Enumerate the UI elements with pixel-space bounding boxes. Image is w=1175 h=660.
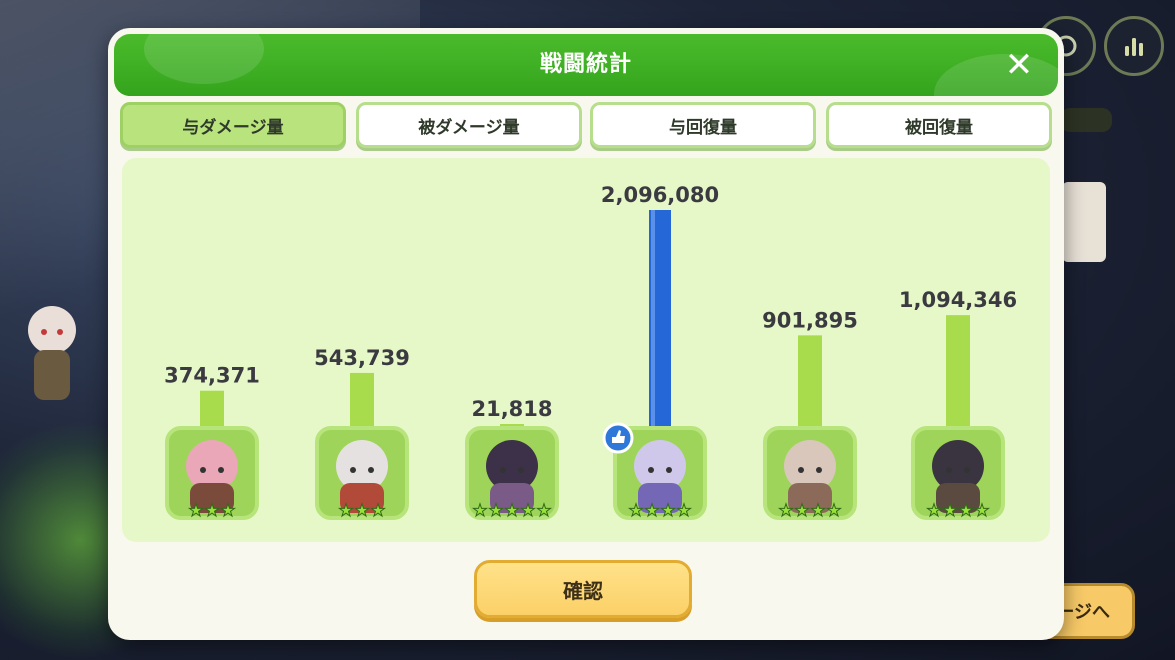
battle-stats-modal: 戦闘統計 ✕ 与ダメージ量 被ダメージ量 与回復量 被回復量 374,371 ★ ★… — [108, 28, 1064, 640]
star-icon: ★ — [810, 501, 825, 521]
star-icon: ★ — [188, 501, 203, 521]
star-icon: ★ — [826, 501, 841, 521]
chart-bar — [200, 390, 224, 430]
star-icon: ★ — [644, 501, 659, 521]
character-eye — [816, 467, 822, 473]
star-icon: ★ — [488, 501, 503, 521]
tab-damage-taken[interactable]: 被ダメージ量 — [356, 102, 582, 148]
star-icon: ★ — [660, 501, 675, 521]
character-eye — [368, 467, 374, 473]
star-icon: ★ — [794, 501, 809, 521]
background-character — [28, 306, 76, 400]
chart-data-label: 374,371 — [164, 364, 260, 388]
star-icon: ★ — [958, 501, 973, 521]
star-icon: ★ — [926, 501, 941, 521]
chart-bar-highlight — [651, 210, 655, 430]
character-eye — [500, 467, 506, 473]
star-icon: ★ — [338, 501, 353, 521]
chart-bar — [946, 315, 970, 430]
character-eye — [218, 467, 224, 473]
chart-data-label: 21,818 — [471, 397, 552, 421]
background-card — [1062, 182, 1106, 262]
character-eye — [666, 467, 672, 473]
character-eye — [350, 467, 356, 473]
modal-title: 戦闘統計 — [539, 52, 632, 77]
chart-svg: 374,371★ ★ ★543,739★ ★ ★21,818★ ★ ★ ★ ★2,096,080… — [164, 183, 1017, 522]
star-icon: ★ — [676, 501, 691, 521]
character-eye — [518, 467, 524, 473]
stats-tabs: 与ダメージ量 被ダメージ量 与回復量 被回復量 — [120, 102, 1052, 150]
character-eye — [964, 467, 970, 473]
chart-data-label: 2,096,080 — [601, 183, 719, 207]
modal-header: 戦闘統計 ✕ — [114, 34, 1058, 96]
star-icon: ★ — [204, 501, 219, 521]
character-eye — [648, 467, 654, 473]
background-gauge — [1060, 108, 1112, 132]
star-icon: ★ — [220, 501, 235, 521]
star-icon: ★ — [472, 501, 487, 521]
star-icon: ★ — [504, 501, 519, 521]
star-icon: ★ — [942, 501, 957, 521]
chart-bar — [350, 372, 374, 430]
star-icon: ★ — [628, 501, 643, 521]
star-icon: ★ — [974, 501, 989, 521]
stats-icon[interactable] — [1104, 16, 1164, 76]
star-icon: ★ — [370, 501, 385, 521]
damage-chart: 374,371 ★ ★ ★ 543,739 ★ ★ ★ 21,818 ★ ★ ★ ★ ★ 2,096,080… — [122, 158, 1050, 542]
character-eye — [200, 467, 206, 473]
character-eye — [946, 467, 952, 473]
character-eye — [798, 467, 804, 473]
chart-data-label: 543,739 — [314, 346, 410, 370]
star-icon: ★ — [778, 501, 793, 521]
star-icon: ★ — [520, 501, 535, 521]
chart-bar — [798, 335, 822, 430]
tab-healing-received[interactable]: 被回復量 — [826, 102, 1052, 148]
close-icon[interactable]: ✕ — [1002, 48, 1036, 82]
tab-healing-done[interactable]: 与回復量 — [590, 102, 816, 148]
star-icon: ★ — [354, 501, 369, 521]
chart-data-label: 1,094,346 — [899, 288, 1017, 312]
chart-data-label: 901,895 — [762, 308, 858, 332]
star-icon: ★ — [536, 501, 551, 521]
tab-damage-dealt[interactable]: 与ダメージ量 — [120, 102, 346, 148]
confirm-button[interactable]: 確認 — [474, 560, 692, 618]
